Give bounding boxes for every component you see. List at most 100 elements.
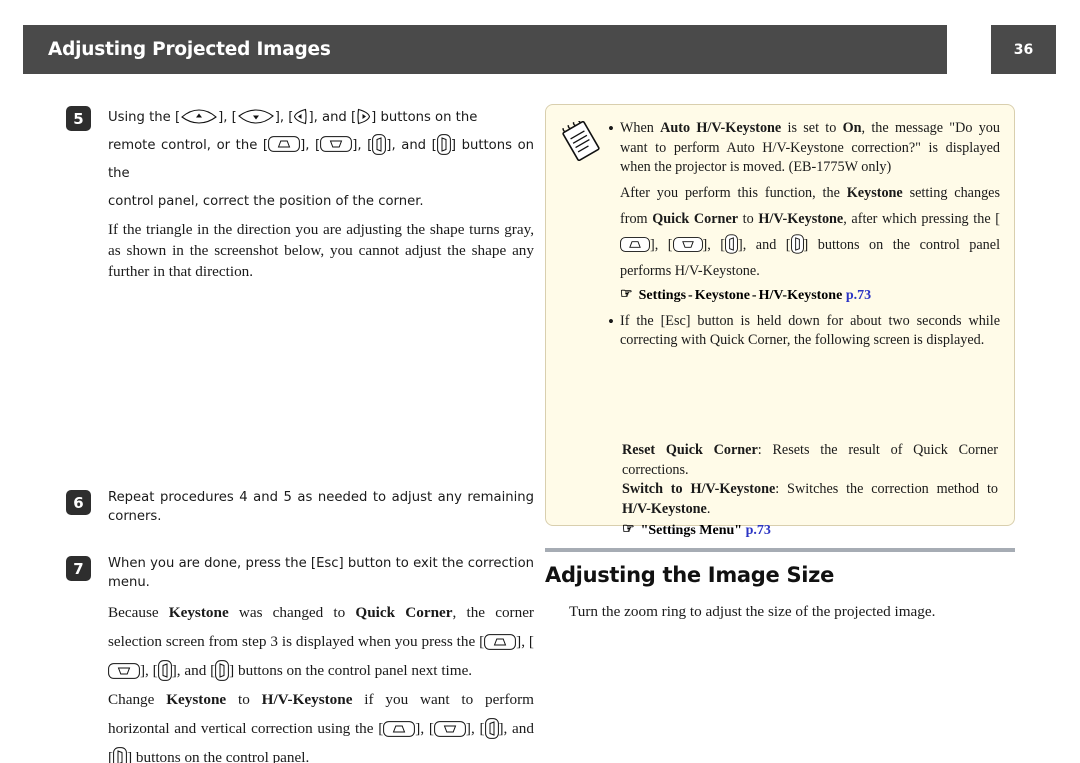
- step5-l2-b: ], [: [300, 138, 321, 153]
- keystone-down-button-icon: [433, 720, 466, 737]
- keystone-left-button-icon: [725, 234, 738, 254]
- remote-right-button-icon: [356, 108, 371, 125]
- note-bullet-1-paragraph-2: After you perform this function, the Key…: [620, 180, 1000, 284]
- remote-up-button-icon: [180, 108, 218, 124]
- s7p2-g: ], [: [465, 720, 485, 737]
- section-divider: [545, 548, 1015, 552]
- s7p2-f: ], [: [415, 720, 434, 737]
- note-bullet-list: • When Auto H/V-Keystone is set to On, t…: [608, 119, 1000, 353]
- step-6: 6 Repeat procedures 4 and 5 as needed to…: [66, 488, 534, 526]
- step5-l2-a: remote control, or the [: [108, 138, 269, 153]
- remote-left-button-icon: [293, 108, 308, 125]
- keystone-left-button-icon: [157, 660, 172, 681]
- keystone-down-button-icon: [320, 136, 353, 152]
- s7p1-c: was changed to: [228, 604, 356, 621]
- keystone-left-button-icon: [484, 718, 499, 739]
- step-5: 5 Using the [], [], [], and [] buttons o…: [66, 104, 534, 282]
- step-number-badge: 6: [66, 490, 91, 515]
- keystone-right-button-icon: [436, 133, 451, 155]
- keystone-down-button-icon: [672, 236, 703, 252]
- reset-quick-corner-label: Reset Quick Corner: [622, 442, 758, 458]
- note-bullet-1: • When Auto H/V-Keystone is set to On, t…: [608, 119, 1000, 178]
- nb1-on: On: [842, 120, 862, 136]
- note-box: • When Auto H/V-Keystone is set to On, t…: [545, 104, 1015, 538]
- s7p1-keystone: Keystone: [168, 604, 229, 621]
- note-bullet-2: • If the [Esc] button is held down for a…: [608, 312, 1000, 351]
- s7p2-keystone: Keystone: [166, 691, 227, 708]
- nb1-a: When: [620, 120, 661, 136]
- step-5-instruction-line3: control panel, correct the position of t…: [108, 194, 424, 209]
- nb1p2-keystone: Keystone: [846, 184, 903, 201]
- step-5-body: Using the [], [], [], and [] buttons on …: [108, 104, 534, 282]
- s7p1-h: ], and [: [171, 662, 216, 679]
- step-5-note: If the triangle in the direction you are…: [108, 221, 534, 280]
- keystone-up-button-icon: [620, 236, 650, 252]
- pointing-hand-icon: ☞: [622, 522, 635, 537]
- nb1p2-a: After you perform this function, the: [620, 184, 847, 201]
- nref1-dash-1: -: [688, 287, 693, 303]
- note-bullet-2-text: If the [Esc] button is held down for abo…: [620, 312, 1000, 349]
- page-header: Adjusting Projected Images 36: [23, 25, 1056, 74]
- switch-hv-keystone-description: Switch to H/V-Keystone: Switches the cor…: [622, 480, 998, 519]
- keystone-left-button-icon: [372, 133, 387, 155]
- step5-l2-c: ], [: [352, 138, 373, 153]
- step-number-badge: 7: [66, 556, 91, 581]
- step-5-instruction: Using the [], [], [], and [] buttons on …: [108, 104, 534, 132]
- s7p1-i: ] buttons on the control panel next time…: [229, 662, 473, 679]
- step-7-paragraph-2: Change Keystone to H/V-Keystone if you w…: [108, 685, 534, 763]
- screenshot-placeholder-area: [66, 282, 534, 488]
- nb1p2-j: ], and [: [738, 236, 791, 253]
- nb1p2-g: , after which pressing the [: [843, 210, 1000, 227]
- left-column: 5 Using the [], [], [], and [] buttons o…: [66, 104, 534, 763]
- step-6-body: Repeat procedures 4 and 5 as needed to a…: [108, 488, 534, 526]
- note-box-bottom: Reset Quick Corner: Resets the result of…: [622, 439, 998, 539]
- reset-quick-corner-description: Reset Quick Corner: Resets the result of…: [622, 441, 998, 480]
- notepad-icon: [560, 119, 608, 166]
- note-reference-link-1[interactable]: ☞ Settings - Keystone - H/V-Keystone p.73: [620, 287, 1000, 304]
- bullet-point-icon: •: [608, 119, 614, 138]
- step-7: 7 When you are done, press the [Esc] but…: [66, 554, 534, 763]
- section-paragraph: Turn the zoom ring to adjust the size of…: [569, 603, 936, 620]
- keystone-up-button-icon: [383, 720, 416, 737]
- page-number: 36: [1013, 41, 1034, 58]
- nb1-c: is set to: [781, 120, 843, 136]
- step-5-instruction-line2: remote control, or the [ ], [ ], [ ], and […: [108, 132, 534, 188]
- right-column: • When Auto H/V-Keystone is set to On, t…: [545, 104, 1025, 622]
- s7p1-quickcorner: Quick Corner: [355, 604, 453, 621]
- page-title: Adjusting Projected Images: [48, 39, 331, 60]
- pointing-hand-icon: ☞: [620, 286, 633, 302]
- s7p2-a: Change: [108, 691, 167, 708]
- section-title: Adjusting the Image Size: [545, 563, 835, 587]
- step5-text-d: ], and [: [308, 110, 357, 125]
- s7p2-i: ] buttons on the control panel.: [127, 749, 310, 763]
- document-page: Adjusting Projected Images 36 5 Using th…: [0, 0, 1080, 763]
- nref1-part1: Settings: [638, 287, 687, 303]
- step-gap: [66, 526, 534, 554]
- keystone-down-button-icon: [108, 662, 140, 679]
- keystone-right-button-icon: [790, 234, 804, 254]
- switch-period: .: [706, 500, 711, 517]
- nb1p2-h: ], [: [650, 236, 673, 253]
- step5-text-e: ] buttons on the: [371, 110, 478, 125]
- s7p2-hvkeystone: H/V-Keystone: [261, 691, 353, 708]
- nb1p2-hvkeystone: H/V-Keystone: [758, 210, 844, 227]
- keystone-up-button-icon: [484, 633, 517, 650]
- step-7-paragraph-1: Because Keystone was changed to Quick Co…: [108, 598, 534, 685]
- note-box-content: • When Auto H/V-Keystone is set to On, t…: [560, 119, 1000, 353]
- step-number-badge: 5: [66, 106, 91, 131]
- remote-down-button-icon: [237, 108, 275, 124]
- nb1p2-i: ], [: [702, 236, 726, 253]
- switch-hv-keystone-text: : Switches the correction method to: [775, 481, 998, 497]
- page-reference-link[interactable]: p.73: [746, 523, 771, 538]
- bullet-point-icon: •: [608, 311, 614, 331]
- switch-hv-keystone-label: Switch to H/V-Keystone: [622, 481, 776, 497]
- step5-l2-d: ], and [: [386, 138, 437, 153]
- s7p1-g: ], [: [140, 662, 158, 679]
- step-7-instruction: When you are done, press the [Esc] butto…: [108, 556, 534, 590]
- s7p1-a: Because: [108, 604, 169, 621]
- step5-text-b: ], [: [218, 110, 237, 125]
- page-reference-link[interactable]: p.73: [846, 288, 871, 303]
- step-7-body: When you are done, press the [Esc] butto…: [108, 554, 534, 763]
- keystone-right-button-icon: [215, 660, 230, 681]
- note-reference-link-2[interactable]: ☞ "Settings Menu" p.73: [622, 522, 998, 539]
